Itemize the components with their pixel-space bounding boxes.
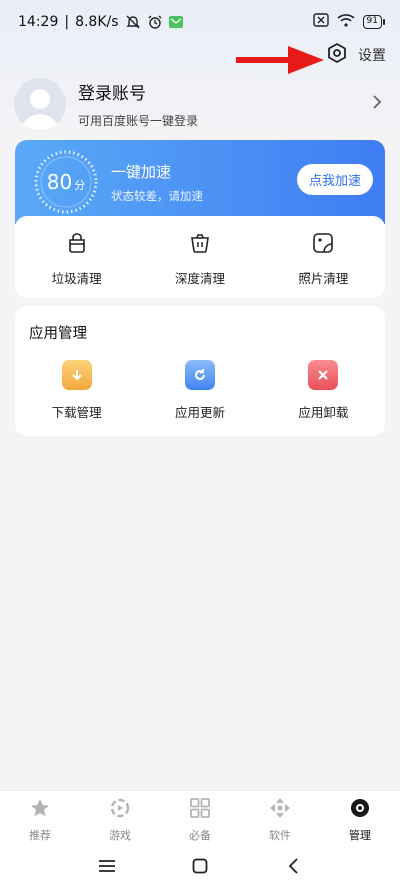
- tool-label: 照片清理: [298, 271, 349, 286]
- trash-can-icon: [66, 232, 88, 258]
- status-time: 14:29: [18, 14, 59, 30]
- home-nav-button[interactable]: [185, 851, 215, 881]
- settings-gear-icon: [326, 42, 348, 68]
- app-item-label: 应用卸载: [298, 405, 349, 420]
- tool-label: 垃圾清理: [51, 271, 102, 286]
- mute-icon: [125, 14, 141, 30]
- boost-subtitle: 状态较差，请加速: [111, 188, 203, 203]
- tab-games[interactable]: 游戏: [80, 791, 160, 842]
- uninstall-icon: [308, 360, 339, 390]
- bottom-tab-bar: 推荐 游戏 必备 软件 管理: [0, 790, 400, 842]
- tab-label: 软件: [269, 829, 291, 842]
- score-unit: 分: [74, 179, 86, 192]
- score-ring: 80 分: [33, 149, 99, 215]
- wifi-icon: [337, 13, 355, 31]
- sim-off-icon: [312, 13, 329, 31]
- tool-label: 深度清理: [174, 271, 225, 286]
- boost-button[interactable]: 点我加速: [296, 164, 373, 195]
- profile-login-row[interactable]: 登录账号 可用百度账号一键登录: [14, 74, 386, 134]
- tab-essentials[interactable]: 必备: [160, 791, 240, 842]
- download-icon: [61, 360, 92, 390]
- tool-junk-clean[interactable]: 垃圾清理: [15, 216, 138, 298]
- system-nav-bar: [0, 842, 400, 889]
- app-management-card: 应用管理 下载管理 应用更新 应用卸载: [15, 306, 385, 436]
- settings-button[interactable]: 设置: [326, 42, 386, 68]
- tab-recommend[interactable]: 推荐: [0, 791, 80, 842]
- profile-subtitle: 可用百度账号一键登录: [78, 114, 199, 128]
- tab-label: 游戏: [109, 829, 131, 842]
- tab-manage[interactable]: 管理: [320, 791, 400, 842]
- score-number: 80: [46, 170, 73, 194]
- app-uninstall-item[interactable]: 应用卸载: [262, 360, 385, 421]
- status-bar: 14:29 | 8.8K/s 91: [0, 0, 400, 44]
- alarm-icon: [147, 14, 163, 30]
- star-icon: [29, 797, 51, 823]
- app-management-title: 应用管理: [29, 326, 87, 342]
- score-value: 80 分: [47, 170, 85, 194]
- download-manager-item[interactable]: 下载管理: [15, 360, 138, 421]
- back-icon: [289, 857, 298, 874]
- tab-label: 必备: [189, 829, 211, 842]
- tab-label: 推荐: [29, 829, 51, 842]
- boost-card: 80 分 一键加速 状态较差，请加速 点我加速 垃圾清理 深度清理 照片清理: [15, 140, 385, 298]
- home-square-icon: [192, 858, 208, 873]
- cleanup-tools: 垃圾清理 深度清理 照片清理: [15, 216, 385, 298]
- grid-icon: [189, 797, 211, 823]
- settings-label: 设置: [358, 48, 386, 64]
- photo-icon: [312, 232, 334, 258]
- tool-photo-clean[interactable]: 照片清理: [262, 216, 385, 298]
- app-item-label: 应用更新: [174, 405, 225, 420]
- app-item-label: 下载管理: [51, 405, 102, 420]
- tool-deep-clean[interactable]: 深度清理: [138, 216, 261, 298]
- game-icon: [109, 797, 131, 823]
- manage-icon: [349, 797, 371, 823]
- deep-clean-bin-icon: [189, 232, 211, 258]
- status-separator: |: [64, 14, 70, 30]
- chevron-right-icon: [372, 94, 382, 114]
- boost-banner: 80 分 一键加速 状态较差，请加速 点我加速: [15, 140, 385, 224]
- update-icon: [184, 360, 215, 390]
- profile-title: 登录账号: [78, 84, 146, 104]
- avatar: [14, 78, 66, 130]
- battery-indicator: 91: [362, 15, 386, 29]
- menu-icon: [98, 859, 115, 872]
- tab-software[interactable]: 软件: [240, 791, 320, 842]
- status-speed: 8.8K/s: [75, 14, 119, 30]
- software-icon: [269, 797, 291, 823]
- message-icon: [168, 16, 183, 28]
- app-update-item[interactable]: 应用更新: [138, 360, 261, 421]
- back-nav-button[interactable]: [278, 851, 308, 881]
- boost-title: 一键加速: [111, 162, 172, 181]
- menu-nav-button[interactable]: [92, 851, 122, 881]
- tab-label: 管理: [349, 829, 371, 842]
